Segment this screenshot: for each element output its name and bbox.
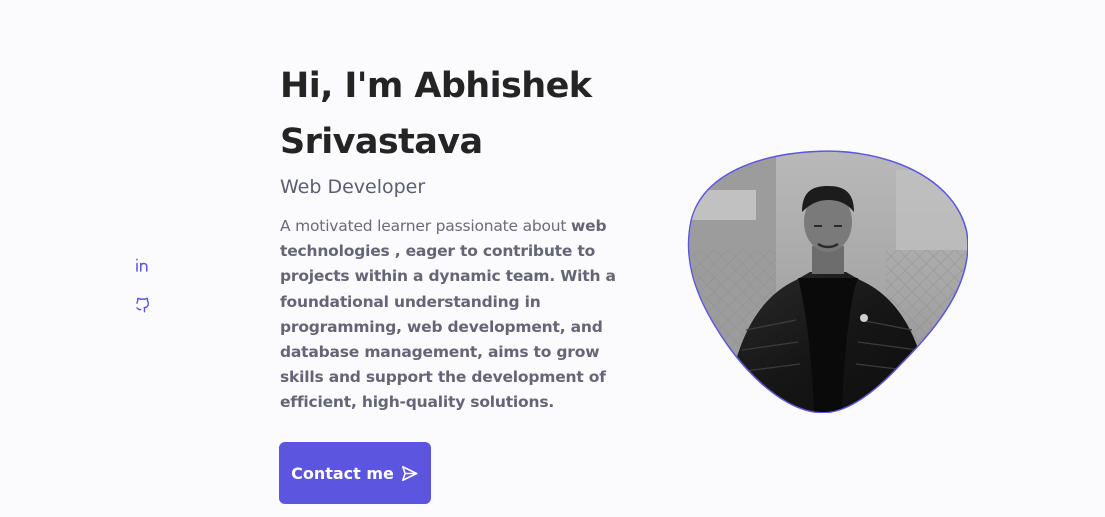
title-line-1: Hi, I'm Abhishek: [280, 66, 592, 106]
github-icon: [136, 297, 150, 313]
linkedin-link[interactable]: [134, 256, 152, 274]
description-bold: web technologies , eager to contribute t…: [280, 217, 616, 412]
linkedin-icon: [136, 258, 148, 272]
contact-button-label: Contact me: [291, 463, 394, 483]
page-title: Hi, I'm Abhishek Srivastava: [280, 58, 640, 170]
profile-photo-graphic: [687, 150, 968, 413]
send-icon: [401, 465, 418, 481]
description-intro: A motivated learner passionate about: [280, 217, 572, 235]
profile-photo: [686, 150, 968, 413]
title-line-2: Srivastava: [280, 122, 483, 162]
job-title: Web Developer: [280, 176, 426, 198]
contact-button[interactable]: Contact me: [279, 442, 431, 504]
hero-content: Hi, I'm Abhishek Srivastava Web Develope…: [280, 58, 640, 416]
github-link[interactable]: [134, 296, 152, 314]
description: A motivated learner passionate about web…: [280, 214, 632, 416]
social-links: [134, 256, 152, 314]
